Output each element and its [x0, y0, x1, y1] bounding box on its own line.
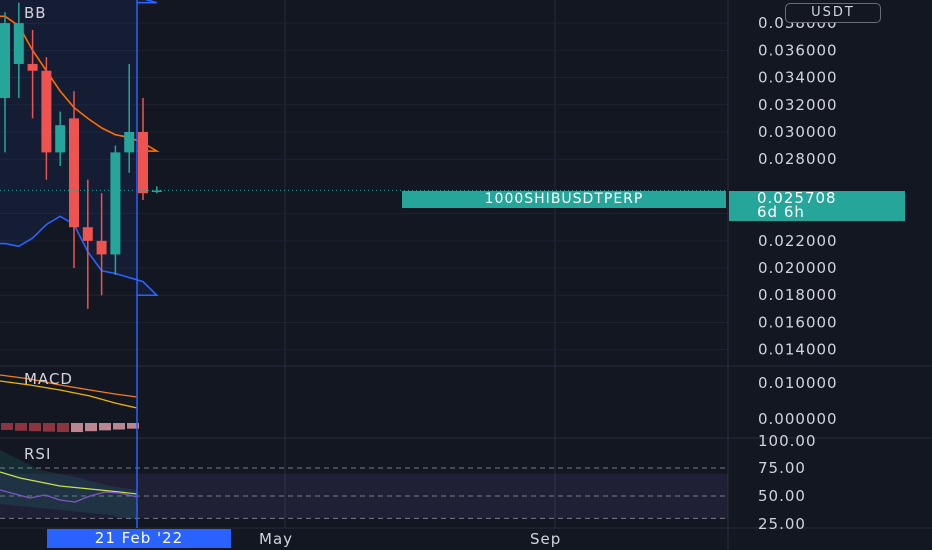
candle-body — [0, 23, 10, 98]
rsi-indicator-label[interactable]: RSI — [24, 445, 51, 463]
macd-histogram-bar — [57, 423, 69, 433]
currency-selector[interactable]: USDT — [785, 3, 881, 23]
candle-body — [110, 152, 121, 255]
y-tick-label: 0.016000 — [758, 313, 838, 331]
macd-histogram-bar — [1, 423, 13, 430]
x-tick-label-may: May — [259, 530, 294, 548]
macd-tick-label: 0.000000 — [758, 410, 838, 428]
y-tick-label: 0.018000 — [758, 286, 838, 304]
rsi-tick-label: 100.00 — [758, 432, 817, 450]
chart-canvas[interactable]: 0.0380000.0360000.0340000.0320000.030000… — [0, 0, 932, 550]
last-price-badge: 0.025708 6d 6h — [729, 191, 905, 221]
macd-histogram-bar — [85, 423, 97, 432]
crosshair-date-label: 21 Feb '22 — [47, 529, 231, 548]
macd-histogram-bar — [71, 423, 83, 433]
rsi-tick-label: 75.00 — [758, 459, 806, 477]
x-tick-label-sep: Sep — [530, 530, 562, 548]
y-tick-label: 0.030000 — [758, 123, 838, 141]
macd-histogram-bar — [15, 423, 27, 431]
candle-body — [82, 227, 93, 241]
candle-body — [55, 125, 66, 153]
y-tick-label: 0.034000 — [758, 69, 838, 87]
bar-countdown: 6d 6h — [757, 203, 805, 221]
y-tick-label: 0.014000 — [758, 341, 838, 359]
candle-body — [41, 70, 52, 153]
macd-histogram-bar — [43, 423, 55, 432]
macd-indicator-label[interactable]: MACD — [24, 370, 73, 388]
symbol-price-label: 1000SHIBUSDTPERP — [402, 191, 726, 208]
rsi-tick-label: 25.00 — [758, 515, 806, 533]
candle-body — [27, 63, 38, 71]
y-tick-label: 0.022000 — [758, 232, 838, 250]
candle-body — [13, 23, 24, 64]
macd-histogram-bar — [99, 423, 111, 431]
y-tick-label: 0.020000 — [758, 259, 838, 277]
y-tick-label: 0.036000 — [758, 41, 838, 59]
candle-body — [138, 131, 148, 194]
candle-body — [96, 240, 107, 255]
candle-body — [69, 118, 79, 228]
macd-histogram-bar — [113, 423, 125, 430]
y-tick-label: 0.032000 — [758, 96, 838, 114]
macd-histogram-bar — [29, 423, 41, 432]
rsi-tick-label: 50.00 — [758, 487, 806, 505]
bb-indicator-label[interactable]: BB — [24, 4, 47, 22]
candle-body — [124, 131, 135, 153]
macd-tick-label: 0.010000 — [758, 374, 838, 392]
y-tick-label: 0.028000 — [758, 150, 838, 168]
